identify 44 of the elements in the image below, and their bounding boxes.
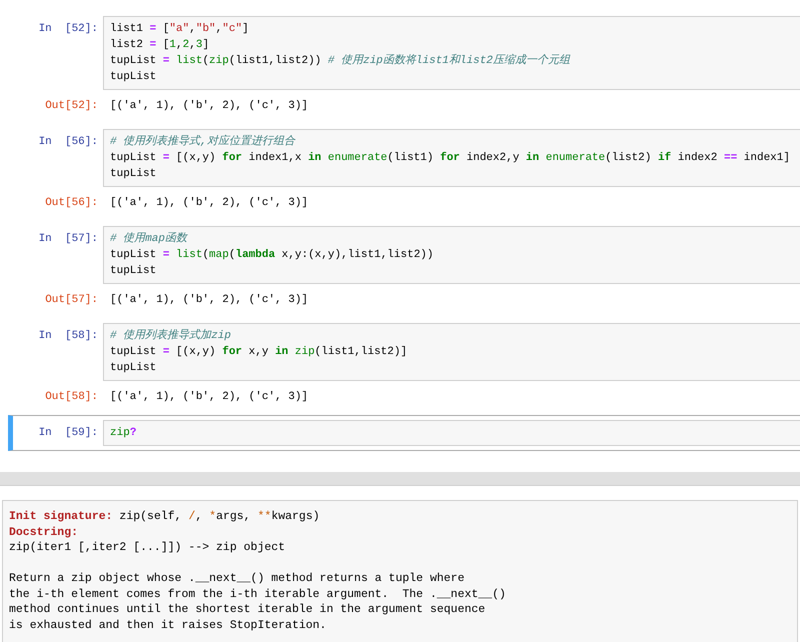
code-line: zip? <box>110 426 136 441</box>
code-line: # 使用map函数 <box>110 231 188 247</box>
input-prompt: In [59]: <box>38 426 99 441</box>
input-prompt: In [56]: <box>38 135 99 150</box>
code-input[interactable]: # 使用map函数 tupList = list(map(lambda x,y:(x,y),list1,list2)) tupList <box>103 226 800 284</box>
cell-output: [('a', 1), ('b', 2), ('c', 3)] <box>109 99 310 114</box>
notebook-cell[interactable]: In [56]: # 使用列表推导式,对应位置进行组合 tupList = [(x,y) for index1,x in enumerate(list1) for index2,y in enumerate(list2) if index2 == index1] tupList Out[56]: [('a', 1), ('b', 2), ('c', 3)] <box>8 124 800 216</box>
code-input[interactable]: zip? <box>103 420 800 446</box>
input-prompt: In [57]: <box>38 232 99 247</box>
code-line: tupList = list(map(lambda x,y:(x,y),list1,list2)) <box>110 248 434 263</box>
docstring-line: Return a zip object whose .__next__() method returns a tuple where <box>9 571 464 586</box>
code-line: # 使用列表推导式加zip <box>110 328 232 344</box>
notebook-cell[interactable]: In [57]: # 使用map函数 tupList = list(map(lambda x,y:(x,y),list1,list2)) tupList Out[57]: [('a', 1), ('b', 2), ('c', 3)] <box>8 221 800 313</box>
docstring-line: method continues until the shortest iterable in the argument sequence <box>9 602 486 618</box>
output-prompt: Out[52]: <box>44 99 99 114</box>
output-prompt: Out[56]: <box>44 196 99 211</box>
code-line: tupList <box>110 264 156 279</box>
code-line: list1 = ["a","b","c"] <box>110 22 249 37</box>
code-line: tupList <box>110 361 156 376</box>
code-line: list2 = [1,2,3] <box>110 38 210 53</box>
docstring-line: Docstring: <box>9 524 80 540</box>
notebook-cell[interactable]: In [59]: zip? <box>8 415 800 451</box>
docstring-line: zip(iter1 [,iter2 [...]]) --> zip object <box>9 540 286 556</box>
output-prompt: Out[57]: <box>44 293 99 308</box>
code-input[interactable]: # 使用列表推导式,对应位置进行组合 tupList = [(x,y) for index1,x in enumerate(list1) for index2,y in enumerate(list2) if index2 == index1] tupList <box>103 129 800 187</box>
input-prompt: In [52]: <box>38 22 99 37</box>
docstring-line: Init signature: zip(self, /, *args, **kwargs) <box>9 509 321 524</box>
code-line: tupList = list(zip(list1,list2)) # 使用zip函数将list1和list2压缩成一个元组 <box>110 53 570 69</box>
notebook-cell[interactable]: In [52]: list1 = ["a","b","c"] list2 = [1,2,3] tupList = list(zip(list1,list2)) # 使用zip函数将list1和list2压缩成一个元组 tupList Out[52]: [('a', 1), ('b', 2), ('c', 3)] <box>8 11 800 119</box>
cell-output: [('a', 1), ('b', 2), ('c', 3)] <box>109 293 310 308</box>
docstring-line: is exhausted and then it raises StopIteration. <box>9 618 326 633</box>
code-line: # 使用列表推导式,对应位置进行组合 <box>110 134 295 150</box>
code-line: tupList = [(x,y) for x,y in zip(list1,list2)] <box>110 344 408 360</box>
code-line: tupList <box>110 70 156 85</box>
docstring-line: the i-th element comes from the i-th iterable argument. The .__next__() <box>9 586 506 602</box>
code-input[interactable]: list1 = ["a","b","c"] list2 = [1,2,3] tupList = list(zip(list1,list2)) # 使用zip函数将list1和list2压缩成一个元组 tupList <box>103 16 800 90</box>
output-prompt: Out[58]: <box>44 390 99 405</box>
code-line: tupList = [(x,y) for index1,x in enumerate(list1) for index2,y in enumerate(list2) if index2 == index1] <box>110 150 790 166</box>
input-prompt: In [58]: <box>38 329 99 344</box>
cell-output: [('a', 1), ('b', 2), ('c', 3)] <box>109 390 310 405</box>
cell-output: [('a', 1), ('b', 2), ('c', 3)] <box>109 196 310 211</box>
notebook-cell[interactable]: In [58]: # 使用列表推导式加zip tupList = [(x,y) for x,y in zip(list1,list2)] tupList Out[58]: [('a', 1), ('b', 2), ('c', 3)] <box>8 318 800 410</box>
code-line: tupList <box>110 167 156 182</box>
code-input[interactable]: # 使用列表推导式加zip tupList = [(x,y) for x,y in zip(list1,list2)] tupList <box>103 323 800 381</box>
